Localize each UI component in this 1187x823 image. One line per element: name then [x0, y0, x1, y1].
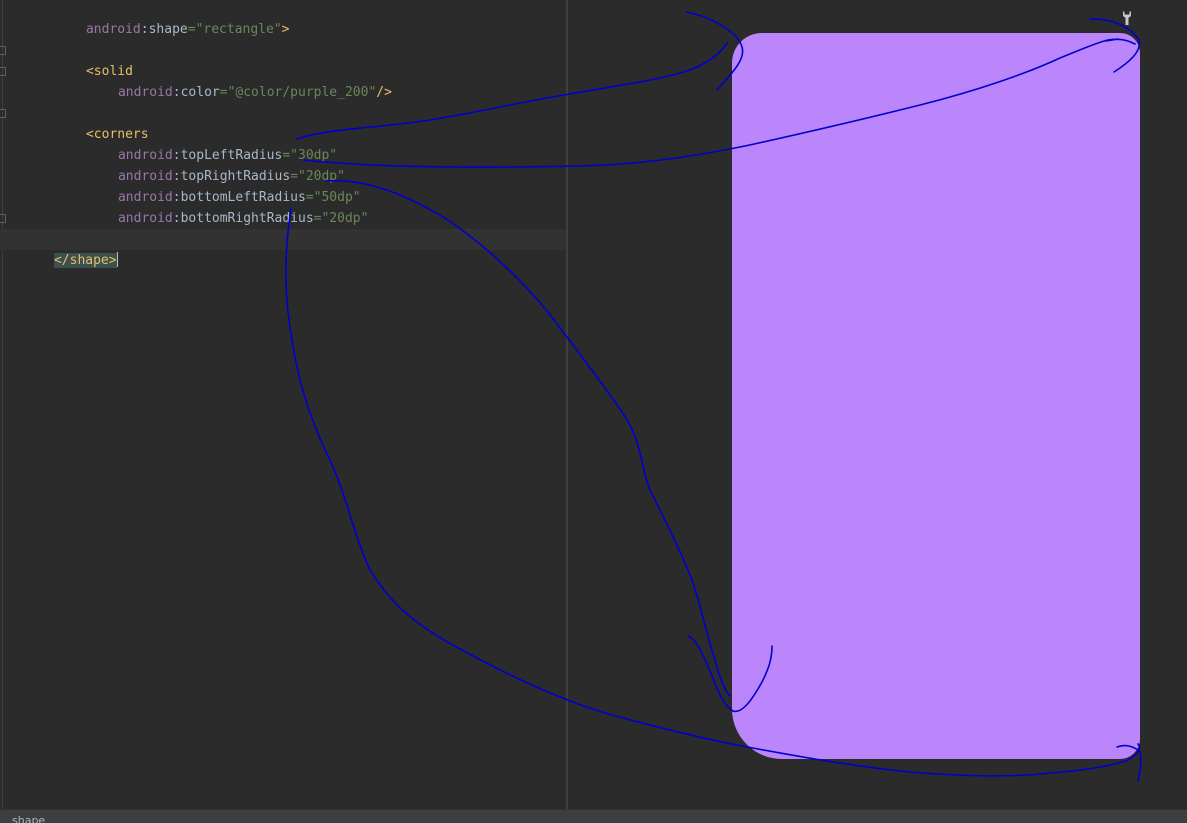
fold-marker-solid[interactable]	[0, 46, 6, 55]
code-line-bottom-right-radius[interactable]: android:bottomRightRadius="20dp"	[71, 187, 368, 226]
attr-namespace: android	[85, 22, 141, 37]
tag-bracket: >	[281, 22, 290, 37]
text-caret	[116, 252, 118, 267]
attr-value: "@color/purple_200"	[227, 85, 377, 100]
fold-marker-solid-end[interactable]	[0, 67, 6, 76]
xml-code-editor[interactable]: android:shape="rectangle"> <solid androi…	[0, 0, 566, 809]
android-studio-window: android:shape="rectangle"> <solid androi…	[0, 0, 1187, 823]
code-line-corners-open[interactable]: <corners	[39, 103, 149, 142]
code-line-bottom-left-radius[interactable]: android:bottomLeftRadius="50dp"	[71, 166, 361, 205]
breadcrumb-item-shape[interactable]: shape	[12, 814, 45, 823]
attr-equals: =	[219, 85, 228, 100]
drawable-preview-pane	[568, 0, 1187, 809]
fold-marker-corners-end[interactable]	[0, 214, 6, 223]
attr-namespace: android	[117, 85, 173, 100]
attr-value: "rectangle"	[195, 22, 282, 37]
attr-name: color	[180, 85, 220, 100]
code-line-top-right-radius[interactable]: android:topRightRadius="20dp"	[71, 145, 345, 184]
code-line-solid-open[interactable]: <solid	[39, 40, 133, 79]
code-line-top-left-radius[interactable]: android:topLeftRadius="30dp"	[71, 124, 337, 163]
attr-name: bottomRightRadius	[180, 211, 314, 226]
fold-marker-corners[interactable]	[0, 109, 6, 118]
breadcrumb-bar: shape	[0, 809, 1187, 823]
attr-name: shape	[148, 22, 188, 37]
attr-equals: =	[187, 22, 196, 37]
code-line-shape-attr[interactable]: android:shape="rectangle">	[39, 0, 290, 37]
shape-preview	[732, 33, 1140, 759]
tag-self-close: />	[376, 85, 392, 100]
attr-value: "20dp"	[321, 211, 369, 226]
attr-colon: :	[140, 22, 149, 37]
tag-close-shape: </shape>	[53, 253, 117, 268]
code-line-color-attr[interactable]: android:color="@color/purple_200"/>	[71, 61, 392, 100]
code-line-corners-self-close[interactable]: />	[71, 208, 134, 247]
editor-gutter	[2, 0, 3, 809]
attr-colon: :	[172, 85, 181, 100]
attr-colon: :	[172, 211, 181, 226]
wrench-icon[interactable]	[1120, 10, 1134, 26]
code-line-shape-close[interactable]: </shape>	[0, 229, 566, 268]
